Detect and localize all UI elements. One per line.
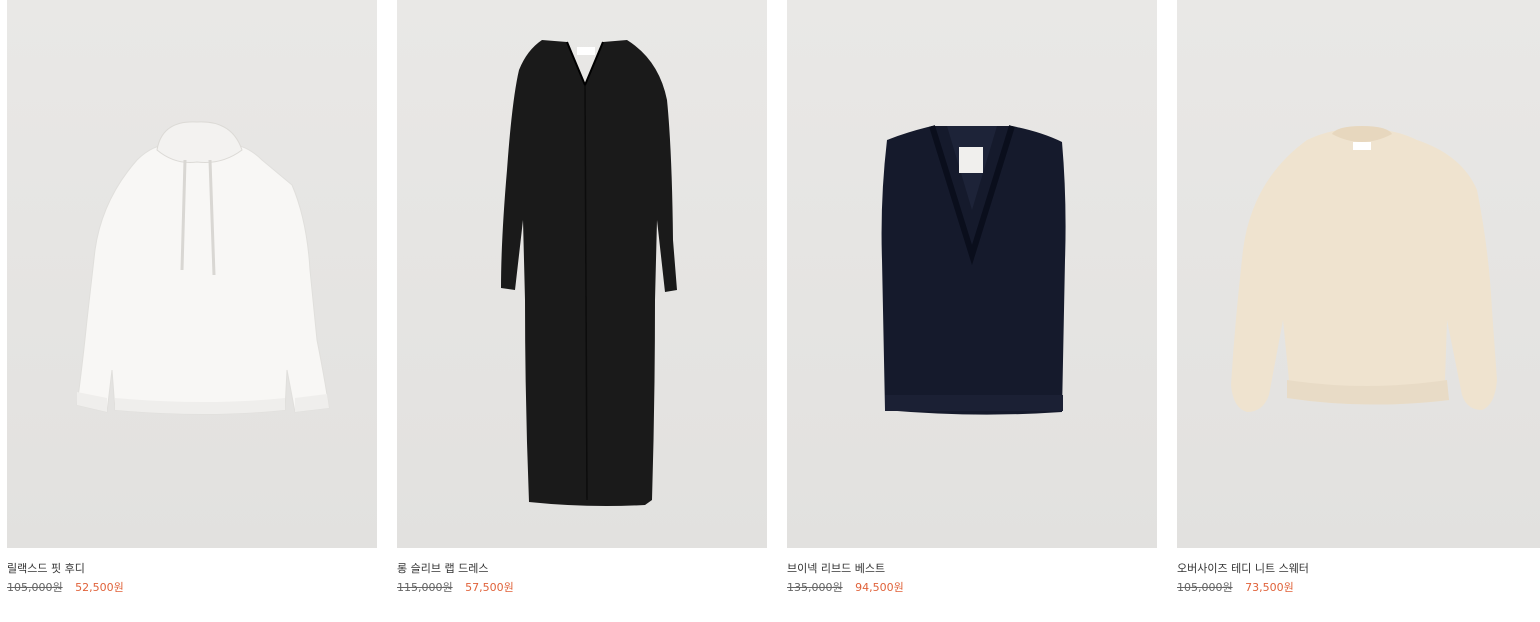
original-price: 135,000원	[787, 581, 843, 594]
product-grid: 릴랙스드 핏 후디 105,000원 52,500원 롱 슬리브 랩 드레스 1…	[7, 0, 1540, 595]
black-long-dress-icon	[501, 40, 677, 506]
product-name[interactable]: 롱 슬리브 랩 드레스	[397, 562, 767, 576]
product-price: 105,000원 52,500원	[7, 581, 377, 595]
product-image[interactable]	[397, 0, 767, 548]
product-name[interactable]: 오버사이즈 테디 니트 스웨터	[1177, 562, 1540, 576]
original-price: 105,000원	[1177, 581, 1233, 594]
product-name[interactable]: 브이넥 리브드 베스트	[787, 562, 1157, 576]
cream-teddy-sweater-icon	[1231, 126, 1497, 412]
product-card[interactable]: 롱 슬리브 랩 드레스 115,000원 57,500원	[397, 0, 767, 595]
product-card[interactable]: 릴랙스드 핏 후디 105,000원 52,500원	[7, 0, 377, 595]
product-name[interactable]: 릴랙스드 핏 후디	[7, 562, 377, 576]
original-price: 115,000원	[397, 581, 453, 594]
product-price: 115,000원 57,500원	[397, 581, 767, 595]
product-price: 135,000원 94,500원	[787, 581, 1157, 595]
sale-price: 57,500원	[465, 581, 514, 594]
original-price: 105,000원	[7, 581, 63, 594]
sale-price: 94,500원	[855, 581, 904, 594]
product-image[interactable]	[7, 0, 377, 548]
product-card[interactable]: 브이넥 리브드 베스트 135,000원 94,500원	[787, 0, 1157, 595]
sale-price: 52,500원	[75, 581, 124, 594]
product-card[interactable]: 오버사이즈 테디 니트 스웨터 105,000원 73,500원	[1177, 0, 1540, 595]
sale-price: 73,500원	[1245, 581, 1294, 594]
product-image[interactable]	[787, 0, 1157, 548]
product-price: 105,000원 73,500원	[1177, 581, 1540, 595]
white-hoodie-icon	[76, 121, 330, 415]
navy-knit-vest-icon	[881, 125, 1066, 415]
product-image[interactable]	[1177, 0, 1540, 548]
